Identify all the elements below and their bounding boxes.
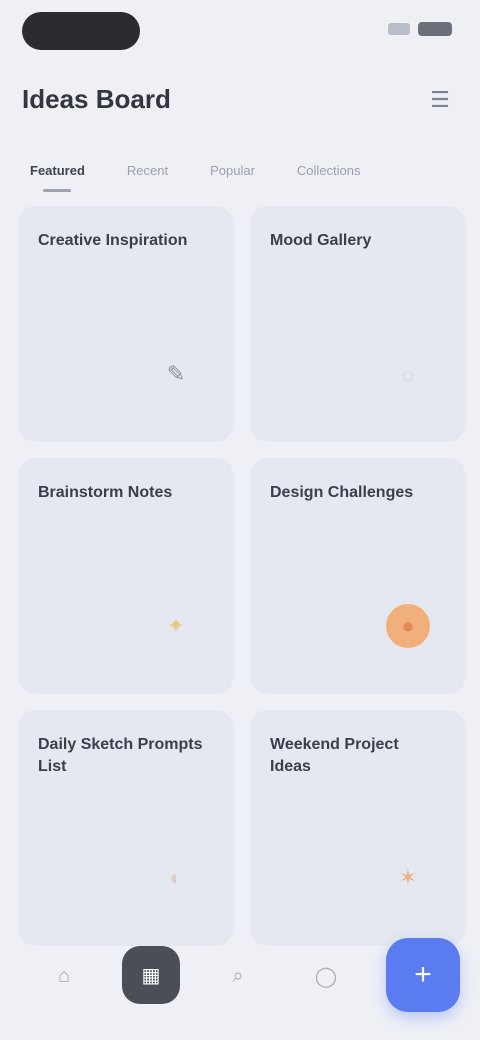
plus-icon: + bbox=[414, 958, 432, 991]
palette-icon: ◐ bbox=[169, 865, 183, 890]
status-bar bbox=[0, 0, 480, 60]
tab-collections[interactable]: Collections bbox=[297, 163, 361, 178]
card-title: Weekend Project Ideas bbox=[270, 736, 399, 775]
tab-featured[interactable]: Featured bbox=[30, 163, 85, 192]
dynamic-island bbox=[22, 12, 140, 50]
card-title: Daily Sketch Prompts List bbox=[38, 736, 203, 775]
tab-bar: Featured Recent Popular Collections bbox=[0, 150, 480, 192]
status-icons bbox=[388, 22, 452, 36]
card-mood-gallery[interactable]: Mood Gallery ☼ bbox=[250, 206, 466, 442]
sun-icon: ☼ bbox=[397, 361, 419, 386]
star-icon: ✶ bbox=[398, 865, 418, 890]
card-weekend-project-ideas[interactable]: Weekend Project Ideas ✶ bbox=[250, 710, 466, 946]
card-creative-inspiration[interactable]: Creative Inspiration ✎ bbox=[18, 206, 234, 442]
grid-icon[interactable]: ▦ bbox=[122, 946, 180, 1004]
lightbulb-icon: ✦ bbox=[166, 613, 186, 638]
bottom-nav: ⌂ ▦ ⌕ ◯ + bbox=[0, 916, 480, 1040]
battery-icon bbox=[418, 22, 452, 36]
signal-icon bbox=[388, 23, 410, 35]
card-daily-sketch-prompts[interactable]: Daily Sketch Prompts List ◐ bbox=[18, 710, 234, 946]
card-title: Creative Inspiration bbox=[38, 232, 188, 249]
pencil-icon: ✎ bbox=[166, 361, 186, 386]
flame-icon: ● bbox=[386, 604, 430, 648]
search-icon[interactable]: ⌕ bbox=[212, 950, 264, 1002]
card-title: Brainstorm Notes bbox=[38, 484, 173, 501]
header: Ideas Board ☰ bbox=[0, 72, 480, 128]
tab-popular[interactable]: Popular bbox=[210, 163, 255, 178]
card-title: Design Challenges bbox=[270, 484, 414, 501]
card-brainstorm-notes[interactable]: Brainstorm Notes ✦ bbox=[18, 458, 234, 694]
page-title: Ideas Board bbox=[22, 84, 171, 114]
tab-recent[interactable]: Recent bbox=[127, 163, 168, 178]
profile-icon[interactable]: ◯ bbox=[300, 950, 352, 1002]
card-grid: Creative Inspiration ✎ Mood Gallery ☼ Br… bbox=[18, 206, 466, 946]
add-button[interactable]: + bbox=[386, 938, 460, 1012]
card-title: Mood Gallery bbox=[270, 232, 372, 249]
card-design-challenges[interactable]: Design Challenges ● bbox=[250, 458, 466, 694]
home-icon[interactable]: ⌂ bbox=[38, 950, 90, 1002]
sliders-icon[interactable]: ☰ bbox=[424, 86, 456, 114]
